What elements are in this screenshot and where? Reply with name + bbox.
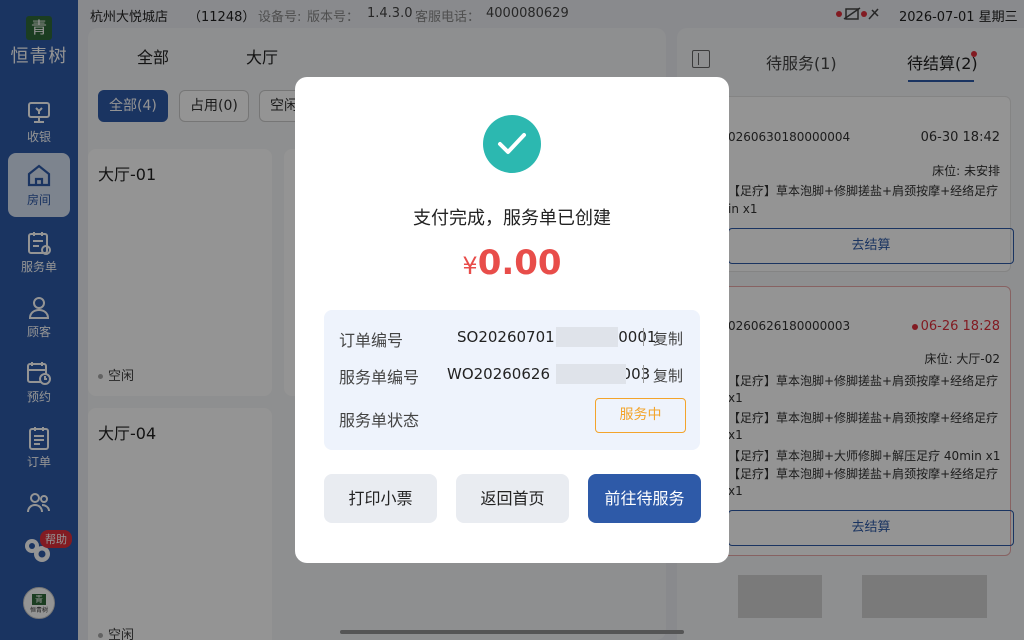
print-receipt-button[interactable]: 打印小票 — [324, 474, 437, 523]
go-to-pending-service-button[interactable]: 前往待服务 — [588, 474, 701, 523]
back-home-button[interactable]: 返回首页 — [456, 474, 569, 523]
service-no-label: 服务单编号 — [339, 368, 420, 387]
dialog-title: 支付完成，服务单已创建 — [413, 208, 611, 229]
status-badge: 服务中 — [595, 398, 686, 433]
copy-order-no-button[interactable]: 复制 — [653, 328, 683, 349]
amount-value: 0.00 — [477, 243, 562, 283]
home-indicator[interactable] — [340, 630, 684, 634]
redacted-block — [556, 327, 618, 347]
copy-service-no-button[interactable]: 复制 — [653, 365, 683, 386]
divider — [643, 365, 644, 383]
order-no-label: 订单编号 — [339, 331, 404, 350]
order-info-box: 订单编号 SO20260701 00001 复制 服务单编号 WO20260626… — [324, 310, 700, 450]
redacted-block — [556, 364, 626, 384]
payment-amount: ¥0.00 — [295, 243, 729, 283]
divider — [643, 328, 644, 346]
service-status-label: 服务单状态 — [339, 411, 420, 430]
payment-success-dialog: 支付完成，服务单已创建 ¥0.00 订单编号 SO20260701 00001 复… — [295, 77, 729, 563]
success-check-icon — [483, 115, 541, 173]
currency-symbol: ¥ — [462, 252, 478, 280]
